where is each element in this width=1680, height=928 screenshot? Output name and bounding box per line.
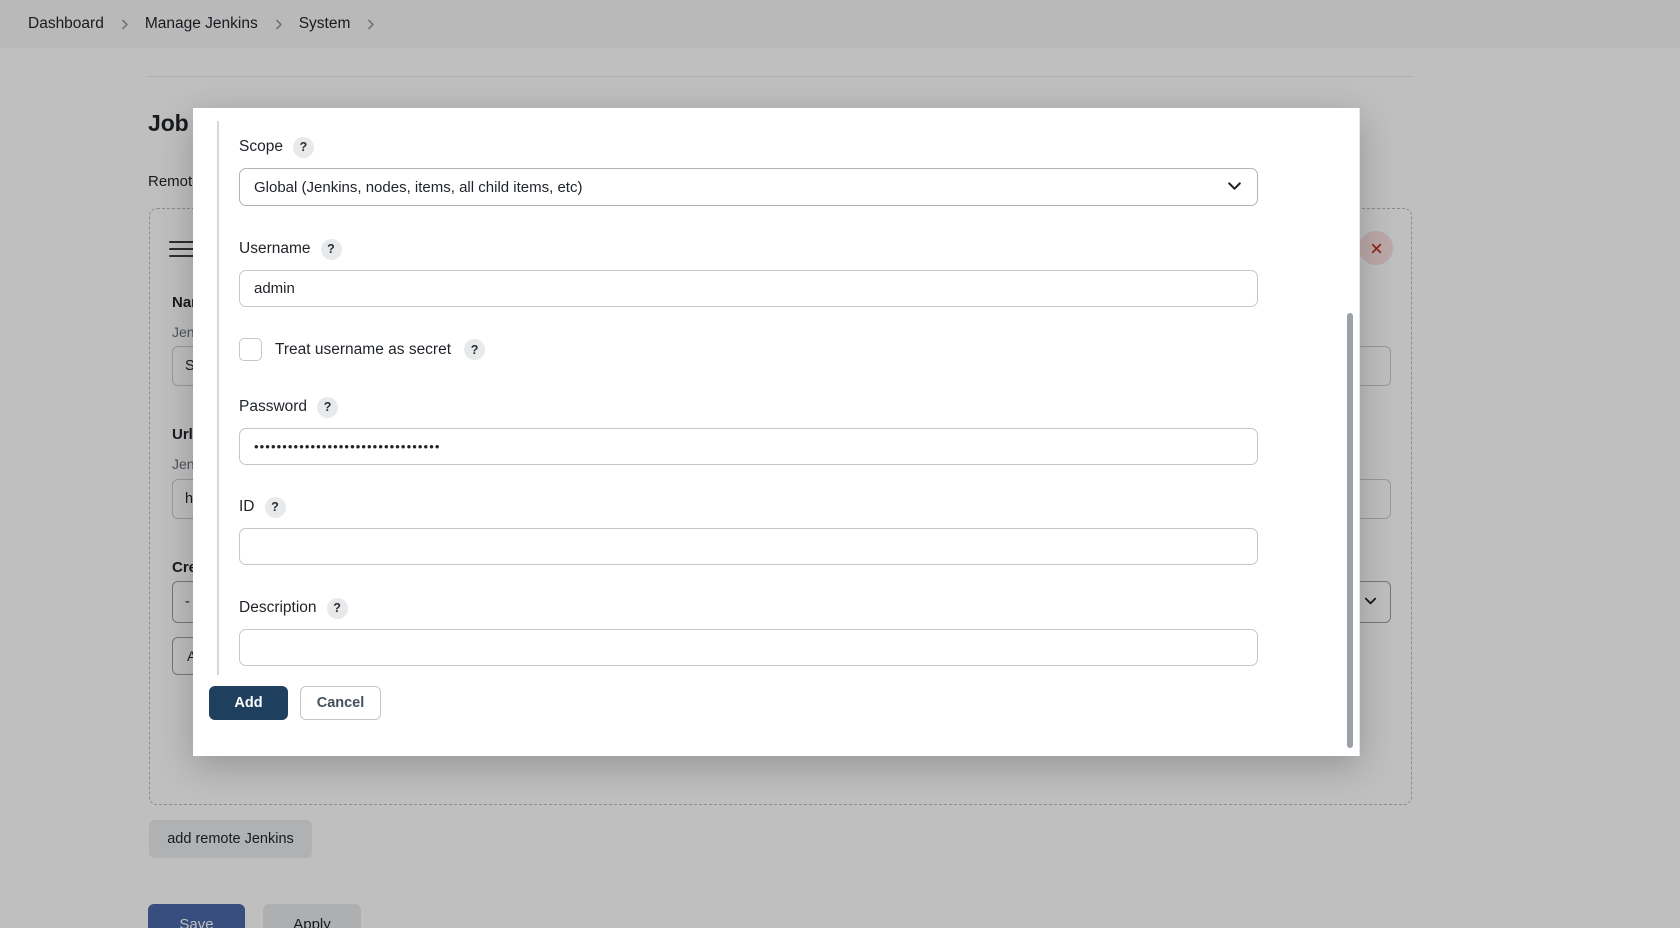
modal-scrollbar[interactable] <box>1347 313 1353 748</box>
id-field-group: ID ? <box>239 496 286 518</box>
treat-username-secret-group: Treat username as secret ? <box>239 338 486 361</box>
scope-field-group: Scope ? <box>239 136 314 158</box>
scope-select-wrapper: Global (Jenkins, nodes, items, all child… <box>239 168 1258 206</box>
modal-right-edge <box>1359 108 1360 756</box>
scope-select[interactable]: Global (Jenkins, nodes, items, all child… <box>239 168 1258 206</box>
description-input-wrapper <box>239 629 1258 666</box>
id-input-wrapper <box>239 528 1258 565</box>
password-input-wrapper: ••••••••••••••••••••••••••••••••• <box>239 428 1258 465</box>
id-input[interactable] <box>239 528 1258 565</box>
modal-left-rule <box>217 121 219 675</box>
treat-username-secret-label: Treat username as secret <box>275 340 452 358</box>
id-label: ID <box>239 498 255 515</box>
help-icon[interactable]: ? <box>292 136 314 158</box>
help-icon[interactable]: ? <box>326 597 348 619</box>
password-label: Password <box>239 398 308 415</box>
username-input-wrapper: admin <box>239 270 1258 307</box>
add-button[interactable]: Add <box>209 686 288 720</box>
password-input[interactable]: ••••••••••••••••••••••••••••••••• <box>239 428 1258 465</box>
username-field-group: Username ? <box>239 238 342 260</box>
help-icon[interactable]: ? <box>317 396 339 418</box>
app-root: Dashboard Manage Jenkins System Job Inhe… <box>0 0 1680 928</box>
help-icon[interactable]: ? <box>320 238 342 260</box>
cancel-button[interactable]: Cancel <box>300 686 381 720</box>
description-label: Description <box>239 599 317 616</box>
password-field-group: Password ? <box>239 396 339 418</box>
modal-actions: Add Cancel <box>209 686 381 720</box>
username-label: Username <box>239 240 311 257</box>
username-input[interactable]: admin <box>239 270 1258 307</box>
scope-label: Scope <box>239 138 283 155</box>
treat-username-secret-checkbox[interactable] <box>239 338 262 361</box>
description-input[interactable] <box>239 629 1258 666</box>
add-credentials-modal: Scope ? Global (Jenkins, nodes, items, a… <box>193 108 1360 756</box>
description-field-group: Description ? <box>239 597 348 619</box>
chevron-down-icon <box>1226 177 1243 198</box>
scope-select-value: Global (Jenkins, nodes, items, all child… <box>254 178 583 196</box>
help-icon[interactable]: ? <box>264 496 286 518</box>
help-icon[interactable]: ? <box>464 339 486 360</box>
